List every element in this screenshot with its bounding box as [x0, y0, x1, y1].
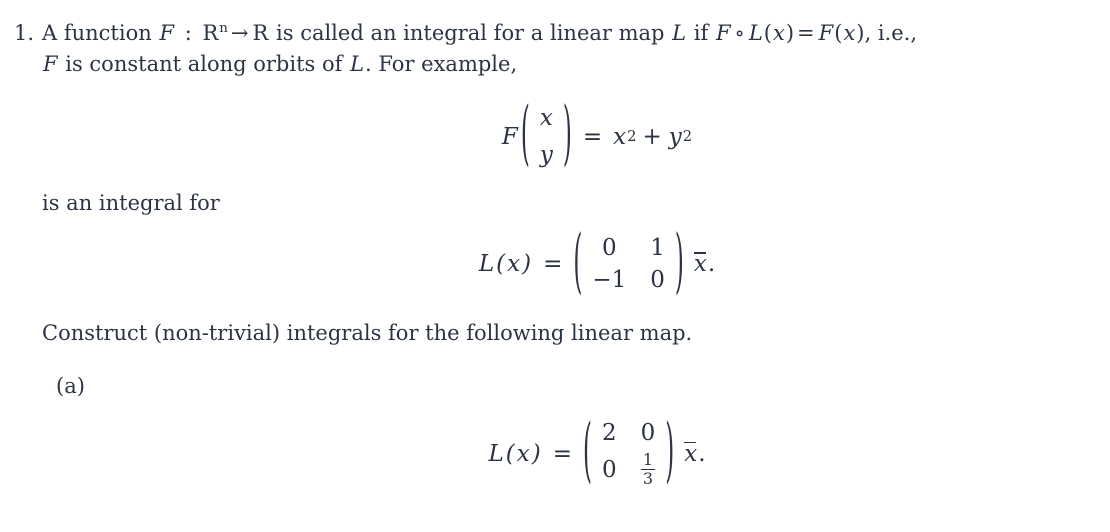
- exercise-row: 1. A function F : Rn → R is called an inte…: [0, 18, 1110, 489]
- matrix-2-cells: 0 1 −1 0: [583, 233, 674, 296]
- math-L-2: L: [748, 21, 763, 45]
- exercise-item-1: 1. A function F : Rn → R is called an inte…: [0, 18, 1110, 489]
- text-a-function: A function: [42, 21, 159, 45]
- math-open-paren-1: (: [763, 21, 772, 45]
- equation-2-lhs-close: ): [522, 251, 532, 278]
- paragraph-constant-along-orbits: F is constant along orbits of L. For exa…: [42, 49, 1110, 80]
- equation-2-x-bar: x: [685, 251, 707, 277]
- text-is-constant: is constant along orbits of: [58, 52, 350, 76]
- matrix-3-cell-r0c0: 2: [601, 419, 617, 446]
- equation-1-function-name: F: [501, 123, 518, 150]
- matrix-2-cell-r1c1: 0: [650, 267, 665, 294]
- text-for-example: . For example,: [365, 52, 518, 76]
- text-ie: , i.e.,: [864, 21, 918, 45]
- math-x-1: x: [773, 21, 785, 45]
- equation-3-x-var: x: [684, 440, 698, 467]
- display-equation-1: F ( x y ) = x2 + y2: [42, 100, 1110, 174]
- fraction-denominator: 3: [642, 469, 654, 489]
- equation-1-equals: =: [582, 123, 603, 150]
- math-F-2: F: [715, 21, 731, 45]
- matrix-3-cells: 2 0 0 13: [593, 418, 664, 490]
- math-L-3: L: [350, 52, 365, 76]
- equation-1-plus: +: [642, 123, 662, 150]
- math-superscript-n: n: [219, 21, 228, 36]
- equation-1-term-1-base: x: [613, 123, 627, 150]
- equation-2-x-var: x: [693, 251, 707, 278]
- equation-3-lhs-name: L: [488, 440, 504, 467]
- matrix-3-cell-r0c1: 0: [640, 419, 656, 446]
- vector-cells: x y: [531, 100, 562, 174]
- equation-3-lhs-var: x: [516, 440, 530, 467]
- equation-3-period: .: [698, 440, 706, 467]
- equation-2-line: L(x) = ( 0 1 −1 0 ) x.: [478, 227, 716, 297]
- math-close-paren-1: ): [785, 21, 795, 45]
- equation-2-lhs-var: x: [507, 251, 521, 278]
- math-arrow-icon: →: [230, 21, 249, 45]
- exercise-body: A function F : Rn → R is called an integra…: [42, 18, 1110, 489]
- document-page: 1. A function F : Rn → R is called an inte…: [0, 0, 1110, 532]
- math-F: F: [159, 21, 175, 45]
- vector-close-paren: ): [562, 95, 572, 175]
- matrix-2-cell-r0c0: 0: [601, 234, 617, 261]
- matrix-diagonal: ( 2 0 0 13 ): [582, 412, 675, 492]
- math-equals-inline: =: [797, 21, 815, 45]
- vector-open-paren: (: [520, 95, 530, 175]
- text-if: if: [687, 21, 715, 45]
- display-equation-2: L(x) = ( 0 1 −1 0 ) x.: [42, 227, 1110, 297]
- matrix-2-close-paren: ): [674, 222, 684, 303]
- paragraph-definition: A function F : Rn → R is called an integra…: [42, 18, 1110, 49]
- math-blackboard-R-n: R: [202, 21, 219, 45]
- fraction-numerator: 1: [642, 449, 654, 469]
- display-equation-3: L(x) = ( 2 0 0 13 ) x.: [42, 412, 1110, 492]
- matrix-3-cell-r1c0: 0: [601, 456, 617, 483]
- math-F-3: F: [818, 21, 834, 45]
- matrix-3-cell-r1c1: 13: [640, 449, 656, 490]
- equation-1-term-2-base: y: [668, 123, 682, 150]
- equation-3-x-bar: x: [675, 441, 697, 467]
- equation-3-lhs-close: ): [531, 440, 541, 467]
- exercise-number: 1.: [13, 21, 34, 45]
- vector-cell-x: x: [539, 105, 553, 131]
- equation-3-line: L(x) = ( 2 0 0 13 ) x.: [488, 412, 706, 492]
- equation-3-overbar: [684, 441, 697, 443]
- paragraph-construct-integrals: Construct (non-trivial) integrals for th…: [42, 320, 693, 345]
- math-F-4: F: [43, 52, 58, 76]
- text-is-called: is called an integral for a linear map: [269, 21, 672, 45]
- math-x-2: x: [843, 21, 856, 45]
- equation-3-lhs-open: (: [505, 440, 515, 467]
- vector-cell-y: y: [539, 141, 553, 168]
- equation-1-line: F ( x y ) = x2 + y2: [501, 95, 693, 175]
- matrix-rotation: ( 0 1 −1 0 ): [572, 227, 685, 297]
- matrix-3-open-paren: (: [582, 412, 592, 492]
- equation-3-equals: =: [552, 440, 572, 467]
- matrix-3-close-paren: ): [665, 412, 675, 492]
- math-blackboard-R: R: [252, 21, 269, 45]
- matrix-2-cell-r0c1: 1: [650, 234, 665, 261]
- matrix-2-open-paren: (: [573, 222, 583, 303]
- equation-2-lhs-open: (: [496, 251, 506, 278]
- math-L: L: [672, 21, 687, 45]
- equation-2-period: .: [707, 251, 716, 278]
- math-colon: :: [178, 21, 199, 45]
- equation-2-equals: =: [543, 251, 563, 278]
- math-ring-operator-icon: ∘: [734, 21, 745, 45]
- equation-2-overbar: [693, 252, 706, 254]
- equation-2-lhs-name: L: [478, 251, 495, 278]
- matrix-2-cell-r1c0: −1: [592, 267, 627, 294]
- fraction-one-third: 13: [640, 449, 656, 489]
- column-vector-xy: ( x y ): [520, 100, 573, 174]
- sub-item-label-a: (a): [56, 373, 85, 398]
- paragraph-is-an-integral-for: is an integral for: [42, 190, 220, 215]
